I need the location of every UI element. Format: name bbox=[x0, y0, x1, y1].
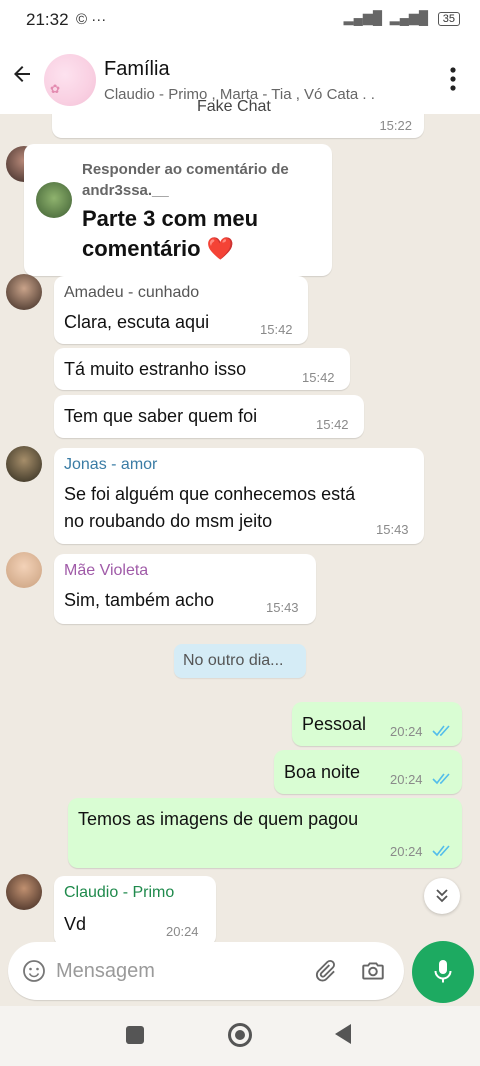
message-time: 20:24 bbox=[390, 844, 423, 859]
group-title[interactable]: Família bbox=[104, 58, 170, 81]
read-ticks-icon bbox=[432, 845, 450, 857]
sender-name: Claudio - Primo bbox=[64, 884, 175, 901]
avatar bbox=[36, 182, 72, 218]
reply-bubble[interactable]: Responder ao comentário de andr3ssa.__ P… bbox=[24, 144, 332, 276]
message-bubble[interactable]: Jonas - amor Se foi alguém que conhecemo… bbox=[54, 448, 424, 544]
signal-icon-2: ▂▄▆█ bbox=[389, 10, 429, 25]
system-nav-bar bbox=[0, 1006, 480, 1066]
camera-icon[interactable] bbox=[360, 958, 386, 984]
attach-icon[interactable] bbox=[312, 958, 338, 984]
emoji-icon[interactable] bbox=[22, 959, 46, 983]
message-bubble[interactable]: Tá muito estranho isso 15:42 bbox=[54, 348, 350, 390]
more-options-icon[interactable] bbox=[446, 66, 460, 92]
message-time: 15:43 bbox=[376, 522, 409, 537]
sender-name: Amadeu - cunhado bbox=[64, 284, 200, 301]
message-text: Boa noite bbox=[284, 762, 361, 782]
message-bubble-outgoing[interactable]: Boa noite 20:24 bbox=[274, 750, 462, 794]
reply-username: andr3ssa.__ bbox=[82, 182, 169, 199]
flower-icon: ✿ bbox=[50, 82, 61, 96]
watermark: Fake Chat bbox=[197, 98, 271, 115]
message-time: 20:24 bbox=[390, 772, 423, 787]
message-time: 15:42 bbox=[302, 370, 335, 385]
status-time: 21:32 bbox=[26, 10, 69, 29]
message-bubble[interactable]: Amadeu - cunhado Clara, escuta aqui 15:4… bbox=[54, 276, 308, 344]
back-arrow-icon[interactable] bbox=[10, 62, 34, 86]
message-input[interactable]: Mensagem bbox=[56, 960, 155, 983]
reply-text-line2: comentário ❤️ bbox=[82, 236, 235, 261]
message-input-bar[interactable]: Mensagem bbox=[8, 942, 404, 1000]
signal-icon: ▂▄▆█ bbox=[343, 10, 383, 25]
group-avatar[interactable]: ✿ bbox=[44, 54, 96, 106]
message-text: Pessoal bbox=[302, 714, 367, 734]
scroll-down-button[interactable] bbox=[424, 878, 460, 914]
message-text: Temos as imagens de quem pagou bbox=[78, 809, 359, 829]
recent-apps-button[interactable] bbox=[126, 1026, 144, 1044]
home-dot bbox=[235, 1030, 245, 1040]
sender-name: Mãe Violeta bbox=[64, 562, 149, 579]
reply-label: Responder ao comentário de bbox=[82, 161, 289, 178]
message-bubble[interactable]: Claudio - Primo Vd 20:24 bbox=[54, 876, 216, 944]
message-time: 15:43 bbox=[266, 600, 299, 615]
message-bubble-outgoing[interactable]: Pessoal 20:24 bbox=[292, 702, 462, 746]
message-time: 15:42 bbox=[316, 417, 349, 432]
message-text-line1: Se foi alguém que conhecemos está bbox=[64, 484, 356, 504]
home-button[interactable] bbox=[228, 1023, 252, 1047]
sender-name: Jonas - amor bbox=[64, 456, 158, 473]
battery-icon: 35 bbox=[437, 12, 460, 26]
avatar[interactable] bbox=[6, 552, 42, 588]
read-ticks-icon bbox=[432, 773, 450, 785]
avatar[interactable] bbox=[6, 874, 42, 910]
message-time: 15:42 bbox=[260, 322, 293, 337]
message-text-line2: no roubando do msm jeito bbox=[64, 511, 273, 531]
back-nav-icon[interactable] bbox=[333, 1023, 353, 1045]
message-text: Tá muito estranho isso bbox=[64, 359, 247, 379]
double-chevron-down-icon bbox=[436, 889, 448, 903]
date-divider: No outro dia... bbox=[174, 644, 306, 678]
message-bubble-partial[interactable]: 15:22 bbox=[52, 114, 424, 138]
microphone-icon bbox=[434, 960, 452, 983]
message-text: Tem que saber quem foi bbox=[64, 406, 258, 426]
reply-text-line1: Parte 3 com meu bbox=[82, 206, 259, 231]
message-text: Sim, também acho bbox=[64, 590, 215, 610]
message-text: Clara, escuta aqui bbox=[64, 312, 210, 332]
message-bubble[interactable]: Mãe Violeta Sim, também acho 15:43 bbox=[54, 554, 316, 624]
status-icons: ▂▄▆█ ▂▄▆█ 35 bbox=[344, 10, 460, 26]
notification-icons: © ··· bbox=[76, 11, 107, 28]
avatar[interactable] bbox=[6, 446, 42, 482]
message-time: 20:24 bbox=[166, 924, 199, 939]
message-text: Vd bbox=[64, 914, 87, 934]
read-ticks-icon bbox=[432, 725, 450, 737]
chat-area[interactable]: 15:22 Responder ao comentário de andr3ss… bbox=[0, 114, 480, 944]
status-bar: 21:32 © ··· ▂▄▆█ ▂▄▆█ 35 bbox=[0, 0, 480, 40]
avatar[interactable] bbox=[6, 274, 42, 310]
date-divider-label: No outro dia... bbox=[183, 652, 284, 669]
message-time: 15:22 bbox=[379, 118, 412, 133]
message-time: 20:24 bbox=[390, 724, 423, 739]
message-bubble[interactable]: Tem que saber quem foi 15:42 bbox=[54, 395, 364, 438]
mic-button[interactable] bbox=[412, 941, 474, 1003]
message-bubble-outgoing[interactable]: Temos as imagens de quem pagou 20:24 bbox=[68, 798, 462, 868]
